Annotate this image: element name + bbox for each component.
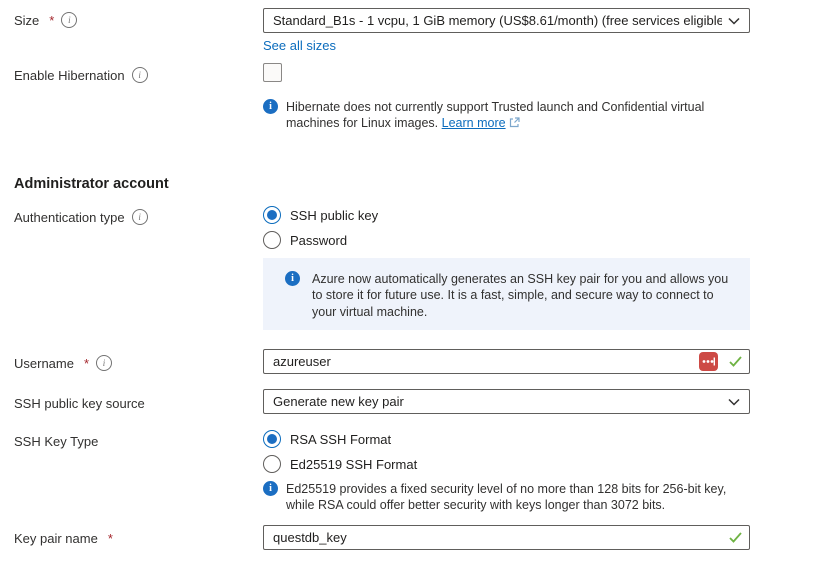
username-label: Username * i [14,355,112,371]
key-type-option-ed25519[interactable]: Ed25519 SSH Format [263,455,417,473]
key-source-select[interactable]: Generate new key pair [263,389,750,414]
key-type-option-rsa-label: RSA SSH Format [290,432,391,447]
key-type-label: SSH Key Type [14,434,98,449]
hibernate-notice: i Hibernate does not currently support T… [263,99,738,132]
size-label: Size * i [14,12,77,28]
radio-selected-icon [263,430,281,448]
auth-option-ssh[interactable]: SSH public key [263,206,378,224]
ed25519-notice-text: Ed25519 provides a fixed security level … [286,481,748,513]
auth-type-label-text: Authentication type [14,210,125,225]
see-all-sizes-link[interactable]: See all sizes [263,38,336,53]
hibernation-checkbox[interactable] [263,63,282,82]
radio-unselected-icon [263,455,281,473]
info-icon: i [263,481,278,496]
radio-unselected-icon [263,231,281,249]
vm-create-form: Size * i Standard_B1s - 1 vcpu, 1 GiB mem… [0,0,833,570]
valid-check-icon [729,354,742,372]
ssh-keypair-info-box: i Azure now automatically generates an S… [263,258,750,330]
key-pair-name-label-text: Key pair name [14,531,98,546]
key-source-label: SSH public key source [14,396,145,411]
hibernate-notice-text: Hibernate does not currently support Tru… [286,99,738,132]
learn-more-link[interactable]: Learn more [442,116,506,130]
key-source-select-value: Generate new key pair [273,394,722,409]
username-input[interactable] [263,349,750,374]
key-type-option-rsa[interactable]: RSA SSH Format [263,430,391,448]
required-marker: * [108,531,113,546]
radio-selected-icon [263,206,281,224]
size-select[interactable]: Standard_B1s - 1 vcpu, 1 GiB memory (US$… [263,8,750,33]
hibernation-label: Enable Hibernation i [14,67,148,83]
valid-check-icon [729,530,742,548]
size-select-value: Standard_B1s - 1 vcpu, 1 GiB memory (US$… [273,13,722,28]
auth-option-password-label: Password [290,233,347,248]
key-source-label-text: SSH public key source [14,396,145,411]
hibernation-label-text: Enable Hibernation [14,68,125,83]
info-icon: i [285,271,300,286]
external-link-icon [509,116,520,132]
username-label-text: Username [14,356,74,371]
section-heading: Administrator account [14,176,169,192]
auth-option-password[interactable]: Password [263,231,347,249]
info-icon[interactable]: i [96,355,112,371]
info-icon[interactable]: i [132,67,148,83]
username-input-wrap [263,349,750,374]
required-marker: * [49,13,54,28]
auth-option-ssh-label: SSH public key [290,208,378,223]
auth-type-label: Authentication type i [14,209,148,225]
key-pair-name-input-wrap [263,525,750,550]
ed25519-notice: i Ed25519 provides a fixed security leve… [263,481,748,513]
chevron-down-icon [728,398,740,406]
info-icon[interactable]: i [132,209,148,225]
key-pair-name-input[interactable] [263,525,750,550]
chevron-down-icon [728,17,740,25]
ssh-keypair-info-text: Azure now automatically generates an SSH… [312,271,730,317]
key-type-label-text: SSH Key Type [14,434,98,449]
key-pair-name-label: Key pair name * [14,531,113,546]
key-type-option-ed25519-label: Ed25519 SSH Format [290,457,417,472]
size-label-text: Size [14,13,39,28]
required-marker: * [84,356,89,371]
password-manager-icon[interactable] [699,352,718,371]
info-icon[interactable]: i [61,12,77,28]
info-icon: i [263,99,278,114]
